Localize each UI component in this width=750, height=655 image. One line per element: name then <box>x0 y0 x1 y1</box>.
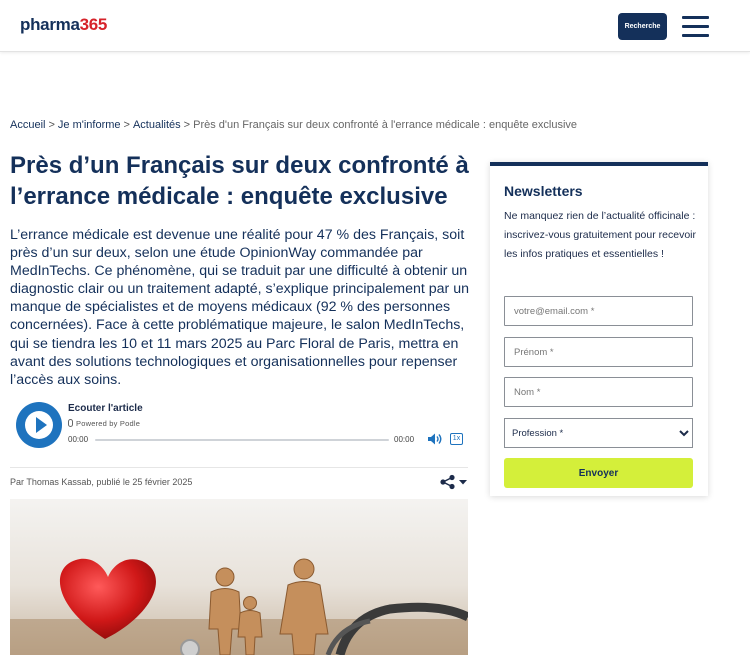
email-field[interactable] <box>504 296 693 326</box>
breadcrumb-home[interactable]: Accueil <box>10 119 45 131</box>
breadcrumb-current: Près d'un Français sur deux confronté à … <box>193 119 578 131</box>
newsletter-description: Ne manquez rien de l’actualité officinal… <box>504 210 696 260</box>
player-current-time: 00:00 <box>68 435 89 444</box>
hamburger-line <box>682 16 709 19</box>
volume-icon[interactable] <box>427 432 443 446</box>
logo-text-365: 365 <box>79 15 108 34</box>
article-hero-image <box>10 499 468 655</box>
newsletter-card: Newsletters Ne manquez rien de l’actuali… <box>490 162 708 496</box>
breadcrumb-separator: > <box>123 119 130 131</box>
firstname-field[interactable] <box>504 337 693 367</box>
breadcrumb-actualites[interactable]: Actualités <box>133 119 181 131</box>
hamburger-icon[interactable] <box>682 16 709 37</box>
lastname-field[interactable] <box>504 377 693 407</box>
article-lead: L’errance médicale est devenue une réali… <box>10 227 470 388</box>
share-icon[interactable] <box>438 474 468 490</box>
logo-text-pharma: pharma <box>20 15 80 34</box>
article-byline: Par Thomas Kassab, publié le 25 février … <box>10 477 193 487</box>
site-logo[interactable]: pharma365 <box>20 15 107 35</box>
audio-player: Ecouter l'article Powered by Podle 00:00… <box>10 398 468 453</box>
breadcrumb: Accueil > Je m'informe > Actualités > Près d'u… <box>10 119 577 131</box>
submit-button[interactable]: Envoyer <box>504 458 693 488</box>
player-duration: 00:00 <box>394 435 415 444</box>
powered-by: Powered by Podle <box>68 419 140 428</box>
hamburger-line <box>682 25 709 28</box>
breadcrumb-separator: > <box>48 119 55 131</box>
powered-by-text: Powered by Podle <box>76 419 141 428</box>
divider <box>10 467 468 468</box>
site-header: pharma365 Recherche <box>0 0 750 52</box>
newsletter-title: Newsletters <box>504 183 583 199</box>
search-button[interactable]: Recherche <box>618 13 667 40</box>
player-title: Ecouter l'article <box>68 403 143 414</box>
microphone-icon <box>68 419 73 427</box>
profession-select[interactable]: Profession * <box>504 418 693 448</box>
playback-speed-button[interactable]: 1x <box>450 433 463 445</box>
hamburger-line <box>682 34 709 37</box>
breadcrumb-separator: > <box>183 119 191 131</box>
player-progress-track[interactable] <box>95 439 389 441</box>
breadcrumb-je-minforme[interactable]: Je m'informe <box>58 119 121 131</box>
article-title: Près d’un Français sur deux confronté à … <box>10 152 469 210</box>
play-button[interactable] <box>16 402 62 448</box>
